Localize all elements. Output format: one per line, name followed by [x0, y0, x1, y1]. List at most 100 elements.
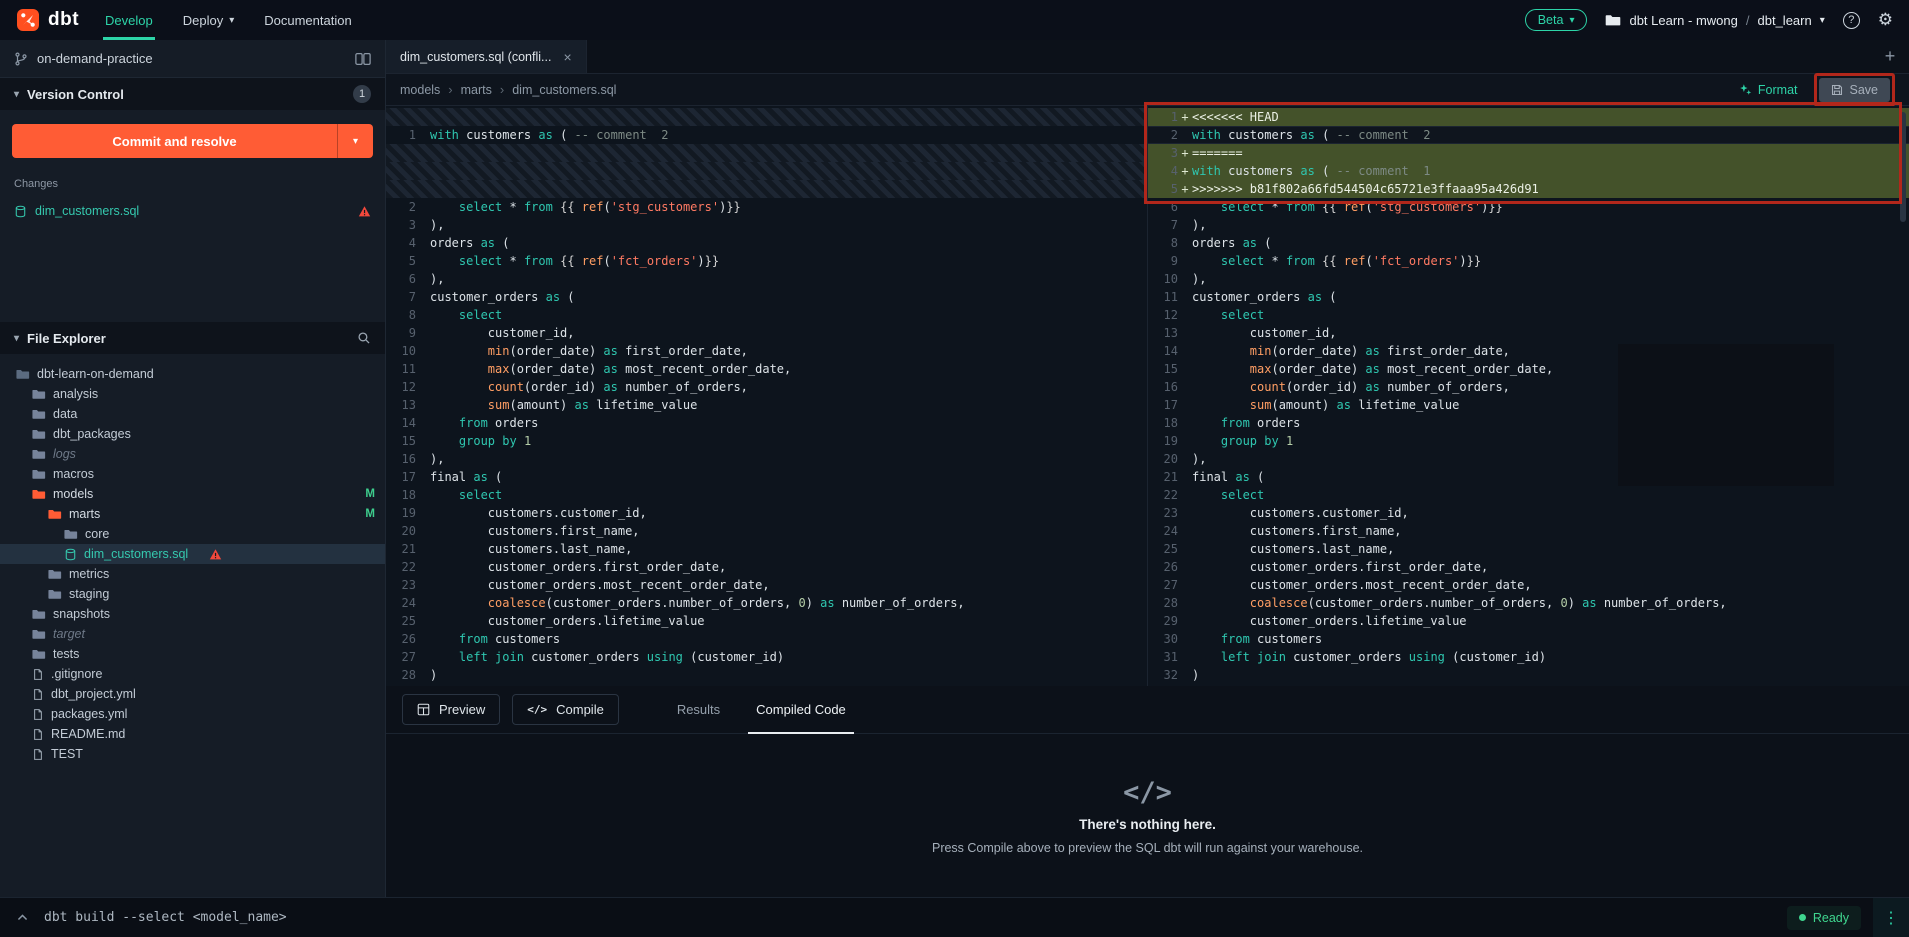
tree-item-dbt_packages[interactable]: dbt_packages [0, 424, 385, 444]
code-line[interactable]: 4orders as ( [386, 234, 1147, 252]
code-line[interactable]: 23 customer_orders.most_recent_order_dat… [386, 576, 1147, 594]
preview-button[interactable]: Preview [402, 694, 500, 725]
save-button[interactable]: Save [1819, 78, 1891, 102]
code-line[interactable]: 9 customer_id, [386, 324, 1147, 342]
tab-dim-customers[interactable]: dim_customers.sql (confli... × [386, 40, 587, 73]
code-line[interactable]: 6 select * from {{ ref('stg_customers')}… [1148, 198, 1909, 216]
code-line[interactable]: 31 left join customer_orders using (cust… [1148, 648, 1909, 666]
code-line[interactable]: 9 select * from {{ ref('fct_orders')}} [1148, 252, 1909, 270]
new-tab-button[interactable]: + [1871, 40, 1909, 73]
code-line[interactable]: 17final as ( [386, 468, 1147, 486]
commit-and-resolve-button[interactable]: Commit and resolve ▾ [12, 124, 373, 158]
code-line[interactable]: 11 max(order_date) as most_recent_order_… [386, 360, 1147, 378]
tree-item-README.md[interactable]: README.md [0, 724, 385, 744]
tree-item-TEST[interactable]: TEST [0, 744, 385, 764]
beta-badge[interactable]: Beta ▾ [1525, 9, 1588, 31]
code-line[interactable]: 10 min(order_date) as first_order_date, [386, 342, 1147, 360]
tree-item-logs[interactable]: logs [0, 444, 385, 464]
breadcrumb-marts[interactable]: marts [461, 83, 492, 97]
code-line[interactable]: 7), [1148, 216, 1909, 234]
tree-item-snapshots[interactable]: snapshots [0, 604, 385, 624]
code-line[interactable]: 7customer_orders as ( [386, 288, 1147, 306]
tree-item-models[interactable]: models M [0, 484, 385, 504]
code-line[interactable]: 27 left join customer_orders using (cust… [386, 648, 1147, 666]
code-line[interactable]: 12 count(order_id) as number_of_orders, [386, 378, 1147, 396]
code-line[interactable]: 14 min(order_date) as first_order_date, [1148, 342, 1909, 360]
code-line[interactable]: 26 from customers [386, 630, 1147, 648]
tree-item-dbt_project.yml[interactable]: dbt_project.yml [0, 684, 385, 704]
code-line[interactable]: 2with customers as ( -- comment 2 [1148, 126, 1909, 144]
tree-item-core[interactable]: core [0, 524, 385, 544]
code-line[interactable]: 13 sum(amount) as lifetime_value [386, 396, 1147, 414]
changed-file-row[interactable]: dim_customers.sql [0, 198, 385, 224]
code-line[interactable]: 15 group by 1 [386, 432, 1147, 450]
code-line[interactable]: 18 from orders [1148, 414, 1909, 432]
code-line[interactable]: 19 group by 1 [1148, 432, 1909, 450]
menu-documentation[interactable]: Documentation [264, 0, 351, 40]
code-line[interactable]: 22 select [1148, 486, 1909, 504]
split-view-icon[interactable] [355, 52, 371, 66]
menu-develop[interactable]: Develop [105, 0, 153, 40]
tree-item-packages.yml[interactable]: packages.yml [0, 704, 385, 724]
tree-item-analysis[interactable]: analysis [0, 384, 385, 404]
code-line[interactable]: 29 customer_orders.lifetime_value [1148, 612, 1909, 630]
menu-deploy[interactable]: Deploy ▾ [183, 0, 235, 40]
help-icon[interactable]: ? [1843, 12, 1860, 29]
git-branch-row[interactable]: on-demand-practice [0, 40, 385, 78]
code-line[interactable]: 23 customers.customer_id, [1148, 504, 1909, 522]
tree-item-dbt-learn-on-demand[interactable]: dbt-learn-on-demand [0, 364, 385, 384]
code-line[interactable]: 12 select [1148, 306, 1909, 324]
chevron-up-icon[interactable] [0, 898, 44, 937]
breadcrumb-models[interactable]: models [400, 83, 440, 97]
breadcrumb-file[interactable]: dim_customers.sql [512, 83, 616, 97]
code-line[interactable]: 13 customer_id, [1148, 324, 1909, 342]
code-line[interactable]: 6), [386, 270, 1147, 288]
dbt-logo[interactable]: dbt [16, 8, 79, 32]
account-switcher[interactable]: dbt Learn - mwong / dbt_learn ▾ [1605, 12, 1824, 28]
kebab-menu-icon[interactable]: ⋮ [1873, 898, 1909, 937]
tree-item-staging[interactable]: staging [0, 584, 385, 604]
tree-item-.gitignore[interactable]: .gitignore [0, 664, 385, 684]
editor-scrollbar[interactable] [1900, 112, 1906, 222]
code-line[interactable]: 25 customers.last_name, [1148, 540, 1909, 558]
format-button[interactable]: Format [1739, 83, 1798, 97]
code-line[interactable]: 5+>>>>>>> b81f802a66fd544504c65721e3ffaa… [1148, 180, 1909, 198]
close-icon[interactable]: × [563, 49, 571, 65]
code-line[interactable]: 19 customers.customer_id, [386, 504, 1147, 522]
version-control-header[interactable]: ▾ Version Control 1 [0, 78, 385, 110]
code-line[interactable]: 8 select [386, 306, 1147, 324]
code-line[interactable]: 20), [1148, 450, 1909, 468]
tree-item-data[interactable]: data [0, 404, 385, 424]
code-line[interactable]: 1+<<<<<<< HEAD [1148, 108, 1909, 126]
code-line[interactable]: 1with customers as ( -- comment 2 [386, 126, 1147, 144]
code-line[interactable]: 18 select [386, 486, 1147, 504]
code-line[interactable]: 10), [1148, 270, 1909, 288]
code-line[interactable]: 8orders as ( [1148, 234, 1909, 252]
code-line[interactable]: 3), [386, 216, 1147, 234]
tab-compiled-code[interactable]: Compiled Code [738, 686, 864, 734]
compile-button[interactable]: </> Compile [512, 694, 619, 725]
code-line[interactable]: 27 customer_orders.most_recent_order_dat… [1148, 576, 1909, 594]
code-line[interactable]: 25 customer_orders.lifetime_value [386, 612, 1147, 630]
code-line[interactable]: 3+======= [1148, 144, 1909, 162]
code-line[interactable]: 26 customer_orders.first_order_date, [1148, 558, 1909, 576]
code-line[interactable]: 22 customer_orders.first_order_date, [386, 558, 1147, 576]
code-line[interactable]: 5 select * from {{ ref('fct_orders')}} [386, 252, 1147, 270]
code-line[interactable]: 15 max(order_date) as most_recent_order_… [1148, 360, 1909, 378]
tree-item-tests[interactable]: tests [0, 644, 385, 664]
file-explorer-header[interactable]: ▾ File Explorer [0, 322, 385, 354]
tree-item-macros[interactable]: macros [0, 464, 385, 484]
code-line[interactable]: 4+with customers as ( -- comment 1 [1148, 162, 1909, 180]
code-line[interactable]: 28) [386, 666, 1147, 684]
code-line[interactable]: 17 sum(amount) as lifetime_value [1148, 396, 1909, 414]
command-input[interactable]: dbt build --select <model_name> [44, 910, 1787, 925]
code-line[interactable]: 16), [386, 450, 1147, 468]
code-line[interactable]: 21 customers.last_name, [386, 540, 1147, 558]
code-line[interactable]: 24 customers.first_name, [1148, 522, 1909, 540]
code-line[interactable]: 11customer_orders as ( [1148, 288, 1909, 306]
tree-item-dim_customers.sql[interactable]: dim_customers.sql [0, 544, 385, 564]
code-line[interactable]: 24 coalesce(customer_orders.number_of_or… [386, 594, 1147, 612]
code-line[interactable]: 2 select * from {{ ref('stg_customers')}… [386, 198, 1147, 216]
code-line[interactable]: 16 count(order_id) as number_of_orders, [1148, 378, 1909, 396]
code-line[interactable]: 30 from customers [1148, 630, 1909, 648]
